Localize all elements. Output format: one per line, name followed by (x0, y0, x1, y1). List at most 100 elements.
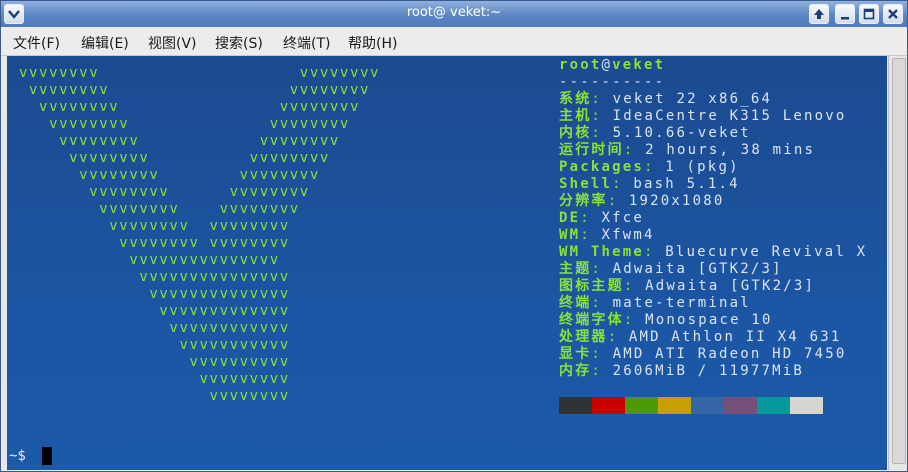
info-key: 主机 (559, 108, 592, 124)
logo-line: vvvvvvvv vvvvvvvv (19, 218, 290, 234)
info-value: bash 5.1.4 (633, 176, 740, 192)
scrollbar-thumb[interactable] (892, 58, 906, 464)
info-sep: : (623, 278, 646, 294)
info-key: 内存 (559, 363, 592, 379)
info-value: AMD ATI Radeon HD 7450 (612, 346, 847, 362)
logo-line: vvvvvvvvvvvvvv (19, 286, 290, 302)
info-value: 2606MiB / 11977MiB (612, 363, 804, 379)
logo-line: vvvvvvvv vvvvvvvv (19, 116, 350, 132)
info-sep: : (644, 244, 666, 260)
close-icon (888, 9, 898, 19)
info-value: 1 (pkg) (665, 159, 740, 175)
info-row: WM: Xfwm4 (559, 227, 655, 244)
window-title: root@ veket:~ (406, 5, 502, 20)
info-key: 终端字体 (559, 312, 624, 328)
minimize-icon (841, 17, 849, 20)
shade-button[interactable] (809, 4, 829, 24)
info-key: 分辨率 (559, 193, 608, 209)
logo-line: vvvvvvvvvvv (19, 337, 290, 353)
palette-swatch (691, 397, 724, 414)
menu-search[interactable]: 搜索(S) (215, 33, 263, 53)
info-sep: : (591, 346, 613, 362)
logo-line: vvvvvvvv vvvvvvvv (19, 82, 371, 98)
menu-file[interactable]: 文件(F) (13, 33, 60, 53)
palette-swatch (724, 397, 757, 414)
shell-prompt: ~$ (9, 448, 26, 464)
info-row: 系统: veket 22 x86_64 (559, 91, 772, 108)
info-value: Adwaita [GTK2/3] (645, 278, 816, 294)
info-sep: : (591, 108, 613, 124)
info-header: root@veket (559, 57, 665, 74)
palette-swatch (757, 397, 790, 414)
info-value: Monospace 10 (645, 312, 773, 328)
info-key: WM Theme (559, 244, 645, 260)
logo-line: vvvvvvvv vvvvvvvv (19, 65, 381, 81)
scrollbar[interactable] (888, 56, 907, 470)
palette-swatch (658, 397, 691, 414)
logo-line: vvvvvvvvvvvvv (19, 303, 290, 319)
info-row: DE: Xfce (559, 210, 644, 227)
info-sep: : (644, 159, 666, 175)
title-bar[interactable]: root@ veket:~ (1, 1, 907, 27)
info-sep: : (612, 176, 634, 192)
info-sep: : (591, 91, 613, 107)
logo-line: vvvvvvvvvvvvvvv (19, 269, 290, 285)
logo-line: vvvvvvvv vvvvvvvv (19, 150, 330, 166)
text-cursor (42, 447, 52, 465)
info-value: mate-terminal (612, 295, 751, 311)
info-row: 内存: 2606MiB / 11977MiB (559, 363, 804, 380)
logo-line: vvvvvvvvvv (19, 354, 290, 370)
info-value: IdeaCentre K315 Lenovo (612, 108, 847, 124)
terminal-output[interactable]: vvvvvvvv vvvvvvvv vvvvvvvv vvvvvvvv vvvv… (7, 56, 887, 470)
menu-terminal[interactable]: 终端(T) (283, 33, 330, 53)
info-host: veket (612, 57, 666, 73)
terminal-window: root@ veket:~ 文件(F) 编辑(E) 视图(V) 搜索(S) 终端… (0, 0, 908, 472)
info-sep: : (623, 142, 646, 158)
logo-line: vvvvvvvv vvvvvvvv (19, 133, 340, 149)
info-key: 终端 (559, 295, 592, 311)
info-value: veket 22 x86_64 (612, 91, 773, 107)
info-row: 图标主题: Adwaita [GTK2/3] (559, 278, 815, 295)
info-sep: : (607, 329, 629, 345)
info-sep: : (623, 312, 646, 328)
palette-swatch (592, 397, 625, 414)
info-key: Packages (559, 159, 645, 175)
info-key: 图标主题 (559, 278, 624, 294)
info-sep: : (580, 210, 602, 226)
info-key: 显卡 (559, 346, 592, 362)
info-row: 内核: 5.10.66-veket (559, 125, 751, 142)
info-key: 处理器 (559, 329, 608, 345)
info-sep: : (591, 125, 613, 141)
logo-line: vvvvvvvvv (19, 371, 290, 387)
minimize-button[interactable] (835, 4, 855, 24)
logo-line: vvvvvvvv vvvvvvvv (19, 99, 360, 115)
info-key: 系统 (559, 91, 592, 107)
info-key: 运行时间 (559, 142, 624, 158)
menu-help[interactable]: 帮助(H) (348, 33, 397, 53)
info-value: 5.10.66-veket (612, 125, 751, 141)
info-row: 终端: mate-terminal (559, 295, 751, 312)
info-row: 运行时间: 2 hours, 38 mins (559, 142, 815, 159)
info-row: Packages: 1 (pkg) (559, 159, 740, 176)
arrow-up-icon (814, 9, 824, 19)
info-key: 主题 (559, 261, 592, 277)
logo-line: vvvvvvvv vvvvvvvv (19, 184, 310, 200)
info-row: 分辨率: 1920x1080 (559, 193, 725, 210)
menu-edit[interactable]: 编辑(E) (81, 33, 129, 53)
info-value: Adwaita [GTK2/3] (612, 261, 783, 277)
info-sep: : (591, 261, 613, 277)
menu-bar: 文件(F) 编辑(E) 视图(V) 搜索(S) 终端(T) 帮助(H) (1, 27, 907, 56)
palette-swatch (790, 397, 823, 414)
logo-line: vvvvvvvv vvvvvvvv (19, 201, 300, 217)
info-sep: : (591, 363, 613, 379)
info-row: 显卡: AMD ATI Radeon HD 7450 (559, 346, 847, 363)
menu-view[interactable]: 视图(V) (148, 33, 197, 53)
info-user: root (559, 57, 602, 73)
info-row: 主机: IdeaCentre K315 Lenovo (559, 108, 847, 125)
close-button[interactable] (883, 4, 903, 24)
info-separator: ---------- (559, 74, 666, 90)
info-value: Xfwm4 (601, 227, 655, 243)
info-row: 终端字体: Monospace 10 (559, 312, 773, 329)
info-value: AMD Athlon II X4 631 (628, 329, 842, 345)
maximize-button[interactable] (859, 4, 879, 24)
